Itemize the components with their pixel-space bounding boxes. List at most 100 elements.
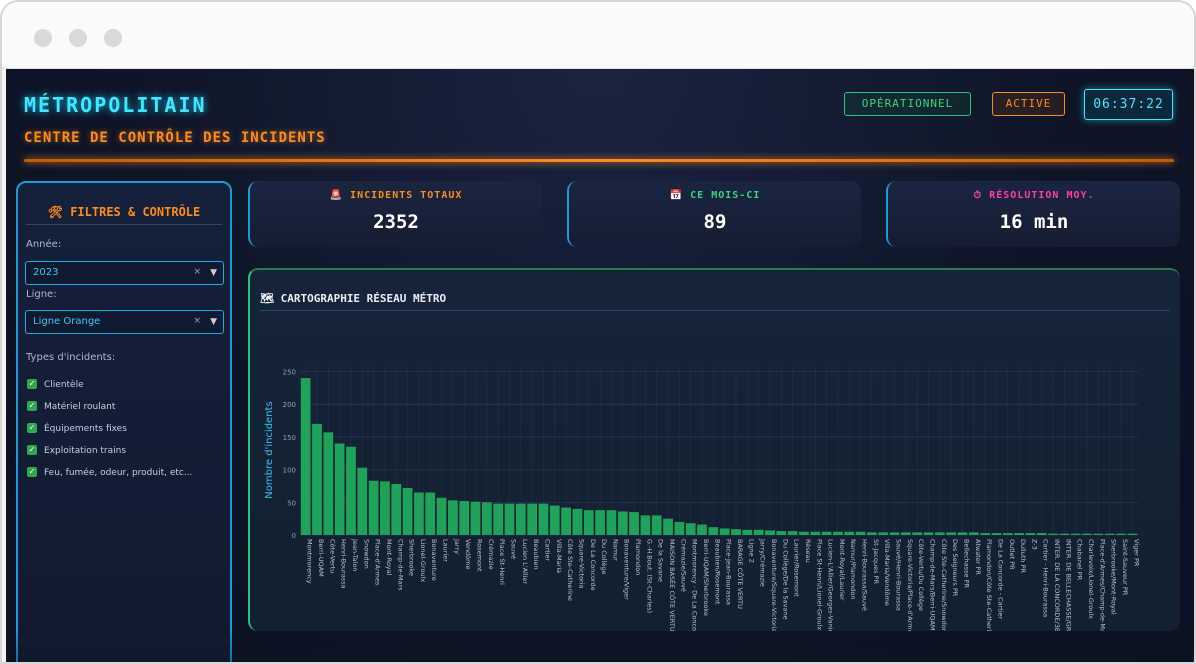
line-dropdown[interactable]: Ligne Orange × ▼ [25,310,224,334]
dashboard-app: MÉTROPOLITAIN CENTRE DE CONTRÔLE DES INC… [6,69,1194,662]
bar-2[interactable] [323,432,334,535]
window-maximize-dot[interactable] [104,29,122,47]
bar-30[interactable] [640,515,651,535]
bar-26[interactable] [595,510,605,535]
checkbox-checked-icon[interactable]: ✓ [27,401,37,411]
bar-67[interactable] [1059,533,1070,535]
checkbox-checked-icon[interactable]: ✓ [27,423,37,433]
y-axis-label: Nombre d'incidents [264,401,275,498]
bar-36[interactable] [708,527,719,535]
bar-24[interactable] [572,508,583,535]
year-chevron-down-icon[interactable]: ▼ [210,268,217,278]
bar-29[interactable] [629,512,639,535]
x-tick-label: De La Concorde - Cartier [996,539,1004,620]
bar-65[interactable] [1036,533,1047,535]
y-tick-label: 250 [283,369,296,377]
bar-18[interactable] [504,503,515,535]
bar-49[interactable] [855,531,866,535]
bar-16[interactable] [481,502,492,535]
bar-3[interactable] [334,443,345,535]
bar-7[interactable] [380,481,390,535]
bar-35[interactable] [697,524,707,535]
bar-55[interactable] [923,532,934,535]
bar-25[interactable] [583,510,594,535]
bar-71[interactable] [1104,533,1115,535]
x-tick-label: Côte Ste-Catherine/Snowdon [940,539,948,631]
bar-22[interactable] [549,505,560,535]
bar-51[interactable] [878,532,889,535]
bar-73[interactable] [1127,533,1138,535]
bar-54[interactable] [912,532,923,535]
bar-39[interactable] [742,529,753,535]
bar-60[interactable] [980,533,990,535]
kpi-card-month: 📅 CE MOIS-CI 89 [567,181,861,247]
bar-59[interactable] [968,532,979,535]
bar-33[interactable] [674,521,685,535]
bar-15[interactable] [470,501,481,535]
bar-9[interactable] [402,487,413,535]
bar-23[interactable] [561,507,571,535]
bar-61[interactable] [991,533,1002,535]
bar-13[interactable] [448,500,458,535]
bar-14[interactable] [459,501,470,535]
bar-66[interactable] [1048,533,1058,535]
bar-72[interactable] [1116,533,1126,535]
x-tick-label: Namur [611,539,619,561]
bar-62[interactable] [1002,533,1013,535]
kpi-title-total: 🚨 INCIDENTS TOTAUX [329,190,463,201]
bar-48[interactable] [844,531,855,535]
bar-21[interactable] [538,503,549,535]
bar-41[interactable] [765,530,775,535]
bar-10[interactable] [414,492,424,536]
bar-70[interactable] [1093,533,1104,535]
bar-44[interactable] [799,531,809,535]
bar-17[interactable] [493,503,504,535]
bar-42[interactable] [776,531,787,535]
bar-5[interactable] [357,467,368,535]
window-close-dot[interactable] [34,29,52,47]
bar-11[interactable] [425,492,436,536]
bar-34[interactable] [685,523,696,535]
x-tick-label: Du Collège [600,539,608,574]
bar-50[interactable] [867,532,877,535]
bar-12[interactable] [436,497,447,535]
bar-57[interactable] [946,532,957,535]
status-badge-operational: OPÉRATIONNEL [844,92,971,116]
checkbox-checked-icon[interactable]: ✓ [27,379,37,389]
bar-63[interactable] [1014,533,1024,535]
year-dropdown[interactable]: 2023 × ▼ [25,261,224,285]
bar-1[interactable] [312,423,322,535]
bar-38[interactable] [731,529,741,535]
bar-32[interactable] [663,518,673,535]
bar-52[interactable] [889,532,900,535]
bar-56[interactable] [934,532,945,535]
bar-68[interactable] [1070,533,1081,535]
bar-46[interactable] [821,531,832,535]
bar-58[interactable] [957,532,968,535]
checkbox-checked-icon[interactable]: ✓ [27,445,37,455]
bar-53[interactable] [900,532,911,535]
x-tick-label: Réseau [804,539,812,563]
bar-47[interactable] [833,531,843,535]
bar-40[interactable] [753,529,764,535]
x-tick-label: Place-d'Armes/Champ-de-Mars [1098,539,1106,631]
year-clear-icon[interactable]: × [193,267,201,277]
bar-20[interactable] [527,503,538,535]
bar-28[interactable] [617,511,628,535]
bar-4[interactable] [346,446,356,535]
bar-45[interactable] [810,531,821,535]
bar-0[interactable] [300,378,311,535]
bar-37[interactable] [719,528,730,535]
bar-43[interactable] [787,531,798,535]
line-chevron-down-icon[interactable]: ▼ [210,317,217,327]
checkbox-checked-icon[interactable]: ✓ [27,467,37,477]
bar-69[interactable] [1082,533,1092,535]
bar-8[interactable] [391,484,402,535]
window-minimize-dot[interactable] [69,29,87,47]
bar-31[interactable] [651,515,662,535]
bar-6[interactable] [368,480,379,535]
bar-64[interactable] [1025,533,1036,535]
line-clear-icon[interactable]: × [193,316,201,326]
bar-27[interactable] [606,510,617,535]
bar-19[interactable] [515,503,526,535]
